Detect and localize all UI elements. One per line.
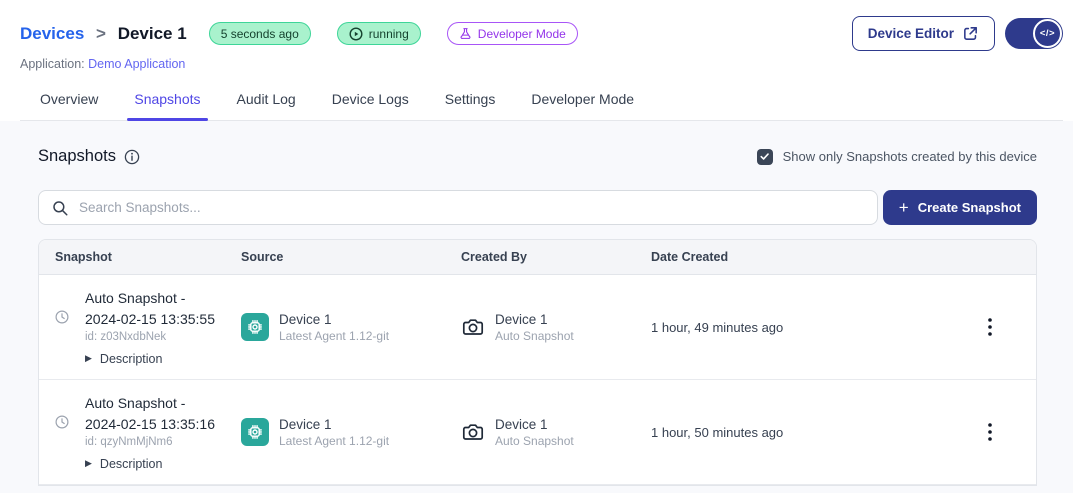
device-editor-label: Device Editor xyxy=(868,26,954,41)
code-glyph: </> xyxy=(1040,28,1055,39)
breadcrumb-current-device: Device 1 xyxy=(118,24,187,43)
description-label: Description xyxy=(100,457,163,471)
flask-icon xyxy=(459,27,472,40)
tab-overview[interactable]: Overview xyxy=(33,85,105,120)
camera-icon xyxy=(461,315,485,339)
tab-settings[interactable]: Settings xyxy=(438,85,503,120)
tab-snapshots-label: Snapshots xyxy=(134,91,200,107)
created-by-name: Device 1 xyxy=(495,417,574,432)
created-by-sub: Auto Snapshot xyxy=(495,434,574,448)
page-header: Devices > Device 1 5 seconds ago running xyxy=(0,0,1073,121)
caret-right-icon: ▶ xyxy=(85,353,92,364)
filter-label[interactable]: Show only Snapshots created by this devi… xyxy=(783,149,1037,164)
snapshot-title-line1: Auto Snapshot - xyxy=(85,288,215,308)
snapshot-id: id: qzyNmMjNm6 xyxy=(85,436,215,448)
application-label: Application: xyxy=(20,57,85,71)
checkmark-icon xyxy=(759,151,770,162)
column-header-created-by: Created By xyxy=(461,250,651,264)
snapshot-title-line2: 2024-02-15 13:35:55 xyxy=(85,309,215,329)
search-icon xyxy=(51,199,69,217)
section-title-row: Snapshots xyxy=(38,147,140,166)
table-row: Auto Snapshot - 2024-02-15 13:35:55 id: … xyxy=(39,275,1036,380)
filter-checkbox-row[interactable]: Show only Snapshots created by this devi… xyxy=(757,149,1037,165)
date-created-cell: 1 hour, 49 minutes ago xyxy=(651,320,976,335)
developer-mode-toggle[interactable]: </> xyxy=(1005,18,1063,49)
info-icon[interactable] xyxy=(124,149,140,165)
tab-bar: Overview Snapshots Audit Log Device Logs… xyxy=(20,85,1063,121)
tab-developer-mode[interactable]: Developer Mode xyxy=(524,85,641,120)
developer-mode-badge: Developer Mode xyxy=(447,22,578,45)
date-created-cell: 1 hour, 50 minutes ago xyxy=(651,425,976,440)
snapshot-cell: Auto Snapshot - 2024-02-15 13:35:16 id: … xyxy=(55,393,241,471)
device-editor-button[interactable]: Device Editor xyxy=(852,16,995,51)
code-icon: </> xyxy=(1033,19,1062,48)
external-link-icon xyxy=(962,25,979,42)
source-agent: Latest Agent 1.12-git xyxy=(279,434,389,448)
source-agent: Latest Agent 1.12-git xyxy=(279,329,389,343)
clock-icon xyxy=(55,415,69,429)
description-label: Description xyxy=(100,352,163,366)
running-status-badge: running xyxy=(337,22,421,45)
snapshot-title: Auto Snapshot - 2024-02-15 13:35:55 xyxy=(85,288,215,329)
create-snapshot-label: Create Snapshot xyxy=(918,200,1021,215)
snapshots-section: Snapshots Show only Snapshots created by… xyxy=(0,121,1073,493)
created-by-sub: Auto Snapshot xyxy=(495,329,574,343)
running-status-text: running xyxy=(369,27,409,41)
developer-mode-text: Developer Mode xyxy=(478,27,566,41)
last-seen-text: 5 seconds ago xyxy=(221,27,299,41)
application-line: Application: Demo Application xyxy=(20,57,1063,71)
created-by-cell: Device 1 Auto Snapshot xyxy=(461,312,651,343)
chip-icon xyxy=(241,313,269,341)
source-cell: Device 1 Latest Agent 1.12-git xyxy=(241,417,461,448)
breadcrumb-devices-link[interactable]: Devices xyxy=(20,24,84,43)
description-toggle[interactable]: ▶ Description xyxy=(85,457,215,471)
clock-icon xyxy=(55,310,69,324)
description-toggle[interactable]: ▶ Description xyxy=(85,352,215,366)
last-seen-badge: 5 seconds ago xyxy=(209,22,311,45)
status-badges: 5 seconds ago running Developer Mode xyxy=(209,22,578,45)
caret-right-icon: ▶ xyxy=(85,458,92,469)
column-header-date-created: Date Created xyxy=(651,250,976,264)
source-name: Device 1 xyxy=(279,312,389,327)
snapshot-title-line1: Auto Snapshot - xyxy=(85,393,215,413)
breadcrumb-separator: > xyxy=(96,24,106,43)
filter-checkbox[interactable] xyxy=(757,149,773,165)
table-row: Auto Snapshot - 2024-02-15 13:35:16 id: … xyxy=(39,380,1036,485)
created-by-name: Device 1 xyxy=(495,312,574,327)
application-link[interactable]: Demo Application xyxy=(88,57,185,71)
table-header-row: Snapshot Source Created By Date Created xyxy=(39,240,1036,275)
camera-icon xyxy=(461,420,485,444)
tab-snapshots[interactable]: Snapshots xyxy=(127,85,207,120)
active-tab-underline xyxy=(127,118,207,121)
created-by-cell: Device 1 Auto Snapshot xyxy=(461,417,651,448)
create-snapshot-button[interactable]: + Create Snapshot xyxy=(883,190,1037,225)
snapshot-cell: Auto Snapshot - 2024-02-15 13:35:55 id: … xyxy=(55,288,241,366)
snapshots-table: Snapshot Source Created By Date Created … xyxy=(38,239,1037,486)
source-name: Device 1 xyxy=(279,417,389,432)
search-box xyxy=(38,190,878,225)
breadcrumb: Devices > Device 1 xyxy=(20,24,187,44)
snapshots-heading: Snapshots xyxy=(38,147,116,166)
source-cell: Device 1 Latest Agent 1.12-git xyxy=(241,312,461,343)
chip-icon xyxy=(241,418,269,446)
row-actions-kebab-icon[interactable] xyxy=(976,418,1004,446)
snapshot-title-line2: 2024-02-15 13:35:16 xyxy=(85,414,215,434)
tab-device-logs[interactable]: Device Logs xyxy=(325,85,416,120)
snapshot-id: id: z03NxdbNek xyxy=(85,331,215,343)
tab-audit-log[interactable]: Audit Log xyxy=(230,85,303,120)
snapshot-title: Auto Snapshot - 2024-02-15 13:35:16 xyxy=(85,393,215,434)
row-actions-kebab-icon[interactable] xyxy=(976,313,1004,341)
plus-icon: + xyxy=(899,198,909,218)
play-circle-icon xyxy=(349,27,363,41)
column-header-source: Source xyxy=(241,250,461,264)
search-input[interactable] xyxy=(79,200,865,215)
column-header-snapshot: Snapshot xyxy=(55,250,241,264)
